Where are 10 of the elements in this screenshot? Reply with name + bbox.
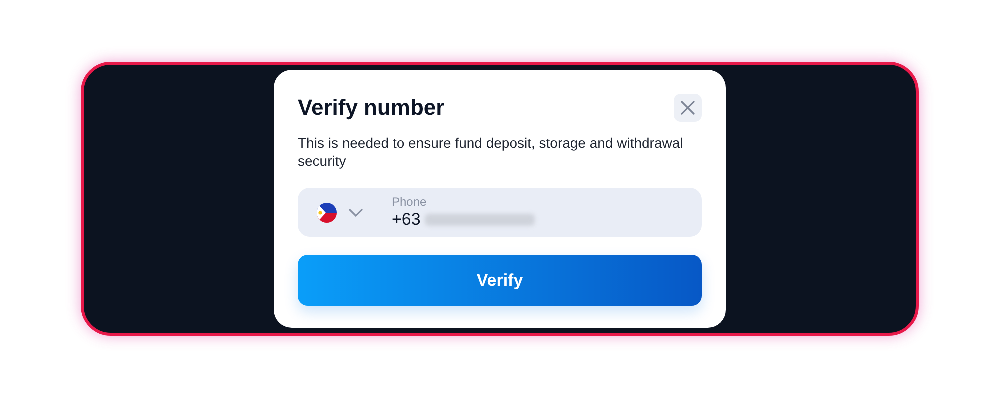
phone-prefix: +63: [392, 208, 421, 230]
close-button[interactable]: [674, 94, 702, 122]
flag-icon: [317, 202, 337, 222]
dialog-title: Verify number: [298, 95, 445, 121]
chevron-down-icon: [349, 208, 363, 216]
verify-button[interactable]: Verify: [298, 255, 702, 306]
phone-field[interactable]: Phone +63: [298, 188, 702, 237]
close-icon: [681, 101, 695, 115]
field-label: Phone: [392, 194, 428, 208]
description: This is needed to ensure fund deposit, storage and withdrawal security: [298, 134, 684, 170]
